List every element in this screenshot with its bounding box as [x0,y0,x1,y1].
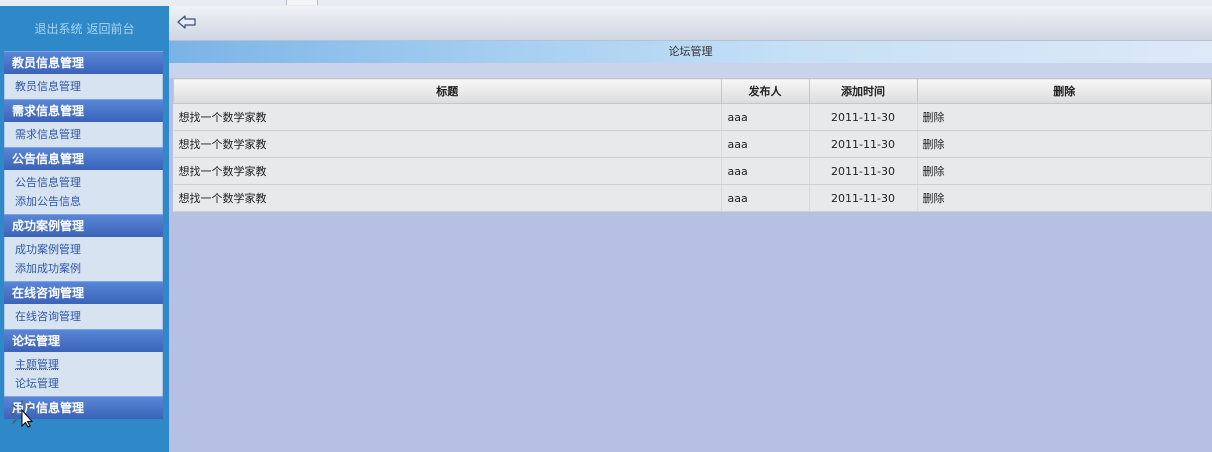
toolbar [169,6,1212,41]
menu-link-demand-manage[interactable]: 需求信息管理 [15,125,162,144]
menu-group-body: 公告信息管理 添加公告信息 [4,170,163,214]
forum-table: 标题 发布人 添加时间 删除 想找一个数学家教 aaa 2011-11-30 删… [173,78,1212,212]
menu-group-header[interactable]: 公告信息管理 [4,147,163,170]
menu-link-case-manage[interactable]: 成功案例管理 [15,240,162,259]
mouse-pointer-icon [10,400,34,428]
logout-link[interactable]: 退出系统 [34,20,82,37]
cell-delete: 删除 [917,157,1212,185]
cell-title: 想找一个数学家教 [173,103,722,131]
menu-group-body: 成功案例管理 添加成功案例 [4,237,163,281]
main-content: 论坛管理 标题 发布人 添加时间 删除 想找一个数学家教 aaa 2011-11… [169,6,1212,452]
menu-link-forum-manage[interactable]: 论坛管理 [15,374,162,393]
cell-date: 2011-11-30 [809,157,918,185]
menu-group-body: 需求信息管理 [4,122,163,147]
title-spacer [169,63,1212,78]
menu-group-forum: 论坛管理 主题管理 论坛管理 [4,329,163,396]
delete-link[interactable]: 删除 [923,165,945,178]
table-header-row: 标题 发布人 添加时间 删除 [173,78,1212,104]
menu-group-header[interactable]: 成功案例管理 [4,214,163,237]
cell-title: 想找一个数学家教 [173,157,722,185]
delete-link[interactable]: 删除 [923,138,945,151]
menu-group-header[interactable]: 教员信息管理 [4,51,163,74]
menu-link-case-add[interactable]: 添加成功案例 [15,259,162,278]
delete-link[interactable]: 删除 [923,192,945,205]
menu-group-tutor: 教员信息管理 教员信息管理 [4,51,163,99]
cell-delete: 删除 [917,130,1212,158]
cell-date: 2011-11-30 [809,103,918,131]
table-row: 想找一个数学家教 aaa 2011-11-30 删除 [173,184,1212,212]
menu-link-notice-add[interactable]: 添加公告信息 [15,192,162,211]
browser-tab-stub [286,0,318,5]
menu-link-consult-manage[interactable]: 在线咨询管理 [15,307,162,326]
cell-date: 2011-11-30 [809,130,918,158]
column-header-title: 标题 [173,78,722,104]
menu-group-header[interactable]: 在线咨询管理 [4,281,163,304]
menu-group-notice: 公告信息管理 公告信息管理 添加公告信息 [4,147,163,214]
menu-link-topic-manage[interactable]: 主题管理 [15,355,162,374]
back-arrow-icon[interactable] [177,14,197,30]
column-header-author: 发布人 [720,78,810,104]
menu-group-consult: 在线咨询管理 在线咨询管理 [4,281,163,329]
cell-delete: 删除 [917,103,1212,131]
table-row: 想找一个数学家教 aaa 2011-11-30 删除 [173,157,1212,185]
menu-group-header[interactable]: 论坛管理 [4,329,163,352]
menu-link-notice-manage[interactable]: 公告信息管理 [15,173,162,192]
return-home-link[interactable]: 返回前台 [87,20,135,37]
page-title: 论坛管理 [169,41,1212,63]
cell-title: 想找一个数学家教 [173,184,722,212]
menu-group-header[interactable]: 需求信息管理 [4,99,163,122]
menu-group-body: 教员信息管理 [4,74,163,99]
sidebar: 退出系统 返回前台 教员信息管理 教员信息管理 需求信息管理 需求信息管理 公告… [0,6,169,452]
cell-date: 2011-11-30 [809,184,918,212]
cell-title: 想找一个数学家教 [173,130,722,158]
cell-author: aaa [721,184,810,212]
menu-link-tutor-manage[interactable]: 教员信息管理 [15,77,162,96]
cell-author: aaa [721,157,810,185]
column-header-delete: 删除 [916,78,1212,104]
menu-group-demand: 需求信息管理 需求信息管理 [4,99,163,147]
sidebar-top-links: 退出系统 返回前台 [0,6,169,51]
menu-group-body: 主题管理 论坛管理 [4,352,163,396]
column-header-date: 添加时间 [808,78,918,104]
table-row: 想找一个数学家教 aaa 2011-11-30 删除 [173,130,1212,158]
cell-delete: 删除 [917,184,1212,212]
cell-author: aaa [721,103,810,131]
menu-group-case: 成功案例管理 成功案例管理 添加成功案例 [4,214,163,281]
cell-author: aaa [721,130,810,158]
table-row: 想找一个数学家教 aaa 2011-11-30 删除 [173,103,1212,131]
menu-group-body: 在线咨询管理 [4,304,163,329]
delete-link[interactable]: 删除 [923,111,945,124]
